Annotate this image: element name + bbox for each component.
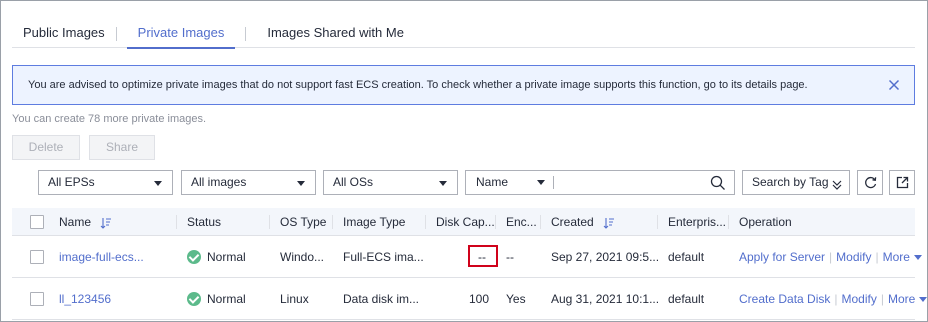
delete-button[interactable]: Delete bbox=[12, 135, 80, 160]
image-type-select[interactable]: All images bbox=[181, 170, 316, 195]
header-disk-capacity: Disk Cap... bbox=[436, 215, 495, 229]
row-checkbox[interactable] bbox=[30, 292, 44, 306]
tag-search-select[interactable]: Search by Tag bbox=[742, 170, 850, 195]
caret-down-icon bbox=[919, 297, 928, 303]
check-circle-icon bbox=[187, 291, 201, 306]
status-text: Normal bbox=[207, 250, 246, 264]
tab-images-shared-with-me[interactable]: Images Shared with Me bbox=[256, 16, 415, 48]
refresh-button[interactable] bbox=[857, 170, 883, 195]
tab-public-images[interactable]: Public Images bbox=[12, 16, 116, 48]
highlight-annotation bbox=[468, 245, 498, 267]
header-status: Status bbox=[187, 215, 222, 229]
row-checkbox[interactable] bbox=[30, 250, 44, 264]
header-created-label: Created bbox=[551, 215, 594, 229]
chevron-down-icon bbox=[154, 181, 162, 186]
header-divider bbox=[332, 215, 333, 229]
header-name-label: Name bbox=[59, 215, 92, 229]
search-icon[interactable] bbox=[710, 175, 726, 194]
header-divider bbox=[657, 215, 658, 229]
close-icon[interactable] bbox=[886, 77, 902, 93]
created-cell: Aug 31, 2021 10:1... bbox=[551, 292, 660, 306]
status-cell: Normal bbox=[187, 278, 246, 320]
more-label: More bbox=[882, 250, 910, 264]
created-cell: Sep 27, 2021 09:5... bbox=[551, 250, 660, 264]
more-label: More bbox=[887, 292, 916, 306]
modify-link[interactable]: Modify bbox=[836, 250, 871, 264]
operation-cell: Create Data Disk | Modify | More bbox=[739, 278, 928, 320]
apply-for-server-link[interactable]: Apply for Server bbox=[739, 250, 825, 264]
header-divider bbox=[728, 215, 729, 229]
os-type-cell: Linux bbox=[280, 292, 309, 306]
encrypted-cell: Yes bbox=[506, 292, 526, 306]
select-all-checkbox[interactable] bbox=[30, 215, 44, 229]
encrypted-cell: -- bbox=[506, 250, 514, 264]
operation-divider: | bbox=[829, 250, 833, 264]
check-circle-icon bbox=[187, 249, 201, 264]
tab-divider bbox=[245, 27, 247, 41]
operation-divider: | bbox=[875, 250, 879, 264]
image-name-link[interactable]: ll_123456 bbox=[59, 278, 111, 320]
export-button[interactable] bbox=[889, 170, 915, 195]
image-type-select-value: All images bbox=[191, 175, 247, 189]
quota-text: You can create 78 more private images. bbox=[12, 113, 207, 125]
operation-divider: | bbox=[834, 292, 838, 306]
os-select-value: All OSs bbox=[333, 175, 374, 189]
tab-divider bbox=[115, 27, 117, 41]
tab-private-images[interactable]: Private Images bbox=[126, 16, 236, 49]
header-image-type[interactable]: Image Type bbox=[343, 208, 405, 236]
header-divider bbox=[176, 215, 177, 229]
header-os-type[interactable]: OS Type bbox=[280, 208, 326, 236]
table-row: ll_123456 Normal Linux Data disk im... 1… bbox=[12, 278, 928, 320]
export-icon bbox=[896, 176, 909, 189]
eps-select[interactable]: All EPSs bbox=[38, 170, 173, 195]
eps-select-value: All EPSs bbox=[48, 175, 95, 189]
header-divider bbox=[495, 215, 496, 229]
chevron-down-icon bbox=[297, 181, 305, 186]
refresh-icon bbox=[865, 176, 877, 189]
more-menu[interactable]: More bbox=[887, 292, 928, 306]
chevron-down-icon bbox=[439, 181, 447, 186]
os-type-cell: Windo... bbox=[280, 250, 325, 264]
caret-down-icon bbox=[913, 255, 922, 261]
operation-divider: | bbox=[880, 292, 884, 306]
header-created[interactable]: Created bbox=[551, 208, 615, 236]
status-text: Normal bbox=[207, 292, 246, 306]
header-enterprise-project: Enterpris... bbox=[668, 215, 727, 229]
double-chevron-down-icon bbox=[831, 176, 843, 199]
search-box: Name bbox=[465, 170, 735, 195]
image-type-cell: Data disk im... bbox=[343, 292, 420, 306]
search-key-select[interactable]: Name bbox=[466, 171, 554, 194]
chevron-down-icon bbox=[537, 180, 545, 185]
image-name-link[interactable]: image-full-ecs... bbox=[59, 236, 144, 278]
enterprise-project-cell: default bbox=[668, 292, 705, 306]
status-cell: Normal bbox=[187, 236, 246, 278]
enterprise-project-cell: default bbox=[668, 250, 705, 264]
operation-cell: Apply for Server | Modify | More bbox=[739, 236, 922, 278]
create-data-disk-link[interactable]: Create Data Disk bbox=[739, 292, 830, 306]
share-button[interactable]: Share bbox=[89, 135, 155, 160]
info-alert: You are advised to optimize private imag… bbox=[12, 65, 915, 105]
disk-capacity-cell: 100 bbox=[469, 292, 490, 306]
header-operation: Operation bbox=[739, 215, 792, 229]
table-header: Name Status OS Type Image Type Disk Cap.… bbox=[12, 208, 915, 236]
sort-icon bbox=[603, 217, 615, 229]
table-row: image-full-ecs... Normal Windo... Full-E… bbox=[12, 236, 922, 278]
image-tabs: Public Images Private Images Images Shar… bbox=[12, 16, 915, 49]
alert-message: You are advised to optimize private imag… bbox=[28, 79, 808, 91]
header-divider bbox=[540, 215, 541, 229]
more-menu[interactable]: More bbox=[883, 250, 922, 264]
os-select[interactable]: All OSs bbox=[323, 170, 458, 195]
search-input[interactable] bbox=[558, 173, 698, 192]
sort-icon bbox=[100, 217, 112, 229]
header-divider bbox=[425, 215, 426, 229]
header-encrypted: Enc... bbox=[506, 215, 537, 229]
image-type-cell: Full-ECS ima... bbox=[343, 250, 424, 264]
header-divider bbox=[269, 215, 270, 229]
search-key-value: Name bbox=[476, 175, 509, 189]
tag-search-label: Search by Tag bbox=[752, 175, 829, 189]
header-name[interactable]: Name bbox=[59, 208, 112, 236]
private-images-table: Name Status OS Type Image Type Disk Cap.… bbox=[12, 208, 928, 320]
modify-link[interactable]: Modify bbox=[842, 292, 877, 306]
